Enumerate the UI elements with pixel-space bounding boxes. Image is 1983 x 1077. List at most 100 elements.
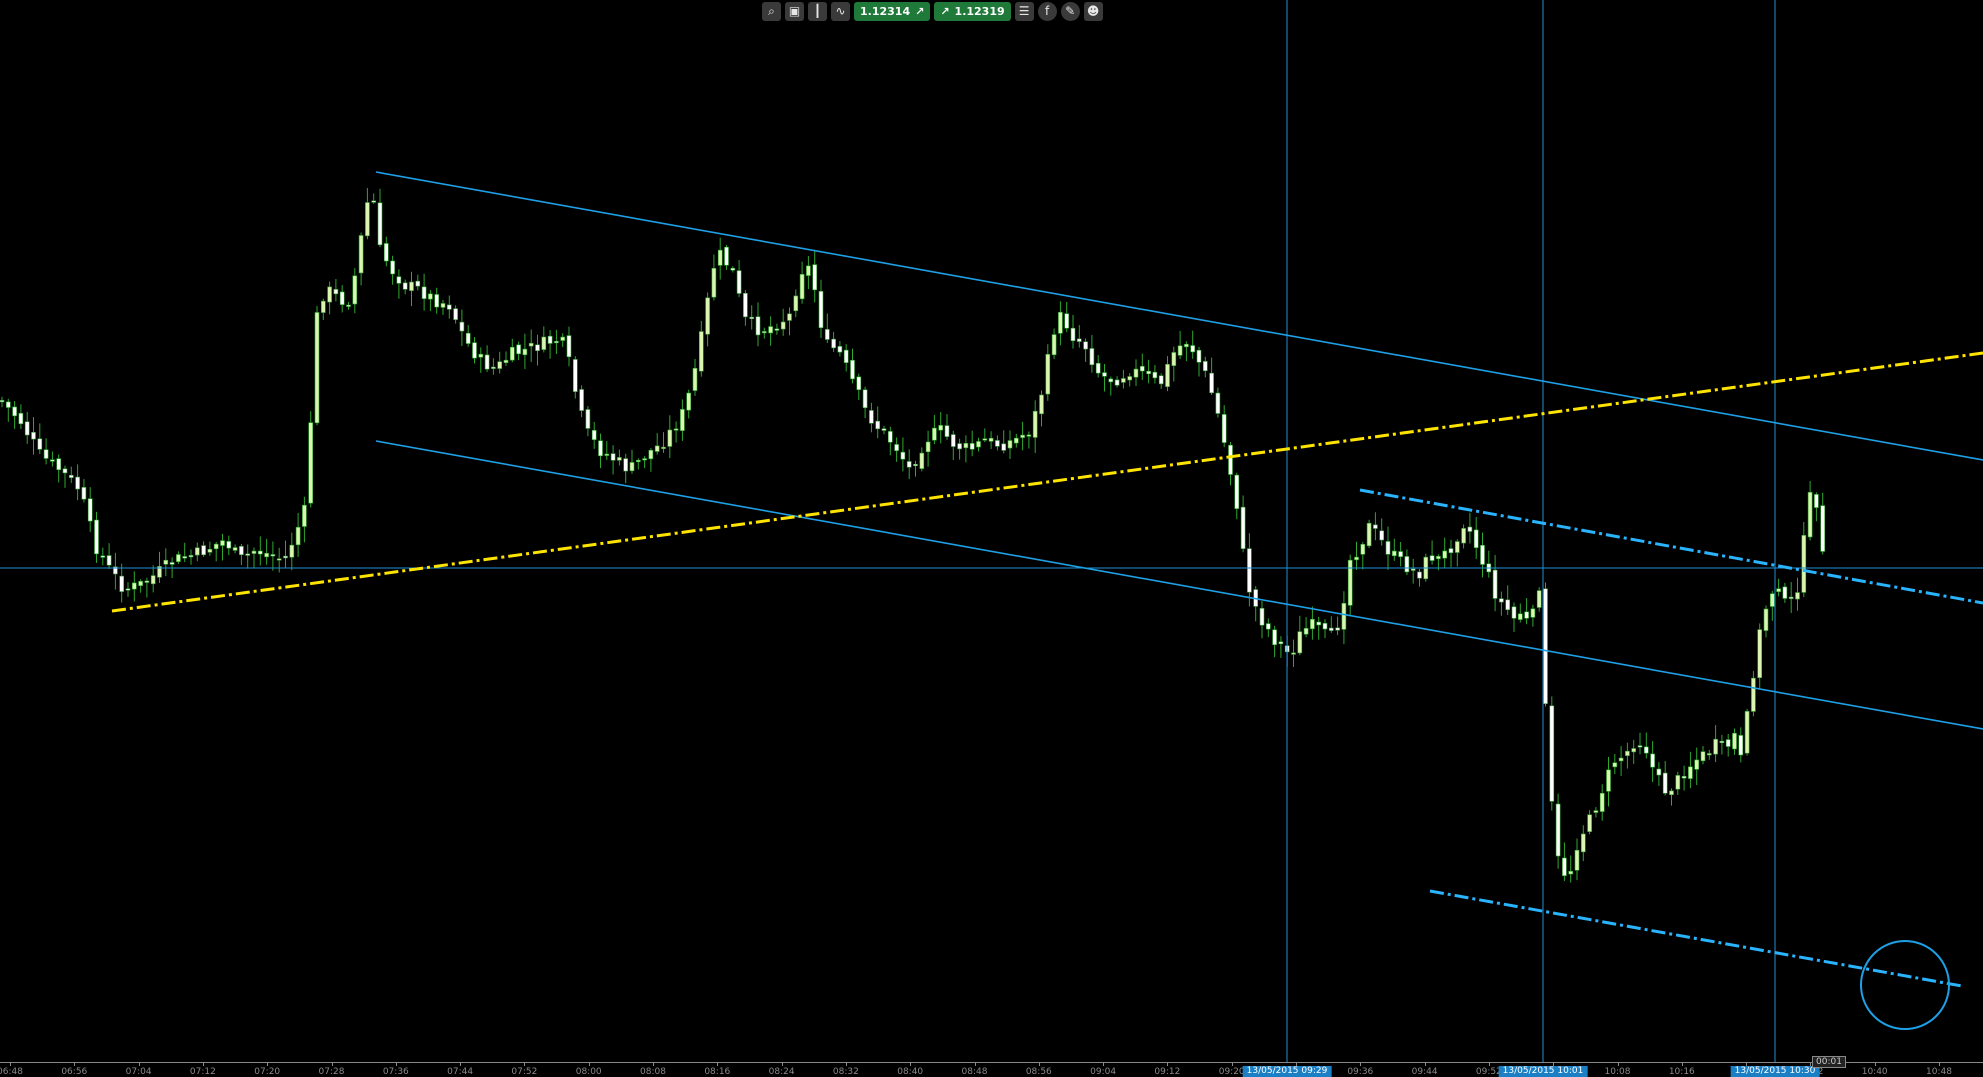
candle-body: [1064, 313, 1069, 329]
candle-body: [1140, 366, 1145, 372]
candle-body: [1259, 608, 1265, 626]
candle-body: [1184, 343, 1189, 348]
candle-body: [535, 344, 540, 352]
time-axis: 06:4806:5607:0407:1207:2007:2807:3607:44…: [0, 1062, 1983, 1077]
candle-body: [1612, 762, 1618, 768]
candle-body: [1518, 613, 1523, 620]
candle-body: [220, 540, 225, 546]
candle-body: [1373, 524, 1378, 529]
candle-body: [465, 332, 471, 344]
candle-body: [843, 349, 849, 363]
candle-body: [50, 459, 55, 462]
candle-body: [875, 420, 881, 430]
candle-body: [749, 316, 755, 319]
candle-body: [1543, 588, 1548, 704]
candle-body: [1744, 711, 1750, 754]
candle-body: [1335, 627, 1340, 631]
axis-tick-mark: [845, 1063, 847, 1066]
axis-tick-mark: [1424, 1063, 1426, 1066]
candle-body: [963, 443, 969, 449]
candle-body: [1001, 443, 1007, 451]
candle-body: [1114, 379, 1120, 386]
candle-body: [1404, 556, 1410, 573]
axis-tick-mark: [717, 1063, 719, 1066]
candle-body: [1562, 857, 1567, 876]
candle-body: [1247, 548, 1252, 593]
candle-body: [1020, 434, 1025, 438]
candle-body: [1228, 444, 1233, 475]
candle-body: [541, 336, 547, 350]
candle-body: [1480, 545, 1485, 565]
candle-body: [421, 286, 427, 299]
candle-body: [213, 543, 219, 550]
candle-body: [1707, 753, 1712, 756]
candle-body: [1196, 349, 1202, 363]
candle-body: [944, 425, 950, 437]
candle-body: [509, 346, 515, 361]
candle-body: [724, 246, 729, 266]
candle-body: [1455, 541, 1460, 553]
candle-body: [1045, 354, 1051, 395]
candle-body: [1366, 522, 1372, 547]
candle-body: [768, 326, 773, 334]
candle-body: [1801, 535, 1807, 593]
axis-tick-mark: [1617, 1063, 1619, 1066]
candle-body: [1203, 361, 1208, 372]
candle-body: [1158, 375, 1164, 385]
candle-body: [1763, 608, 1769, 631]
candle-body: [1121, 378, 1126, 383]
axis-tick-mark: [1874, 1063, 1876, 1066]
candle-body: [428, 293, 433, 300]
candle-body: [585, 409, 591, 429]
candle-body: [793, 295, 799, 312]
candle-body: [661, 446, 666, 449]
axis-tick-mark: [1939, 1063, 1940, 1066]
candle-body: [673, 428, 679, 431]
candle-body: [913, 463, 918, 467]
candle-body: [396, 276, 402, 284]
axis-tick-mark: [1231, 1063, 1233, 1066]
candle-body: [1530, 608, 1536, 618]
candle-body: [648, 449, 654, 460]
candle-body: [566, 335, 572, 358]
axis-tick-mark: [138, 1063, 140, 1066]
candle-body: [1127, 376, 1132, 381]
axis-tick-mark: [1360, 1063, 1362, 1066]
candle-body: [736, 270, 742, 294]
axis-tick-mark: [588, 1063, 590, 1066]
candle-body: [1272, 629, 1277, 646]
candle-body: [950, 434, 956, 447]
candle-body: [925, 441, 931, 453]
candle-body: [402, 282, 408, 290]
candle-body: [1568, 870, 1573, 875]
candle-body: [1013, 437, 1019, 444]
candle-body: [106, 555, 112, 566]
candle-body: [787, 313, 792, 321]
candle-body: [982, 438, 988, 441]
candle-body: [346, 304, 351, 307]
candle-body: [572, 359, 578, 392]
candle-body: [314, 312, 320, 424]
candle-body: [1650, 753, 1655, 768]
candle-body: [1656, 768, 1662, 776]
candle-body: [1032, 410, 1038, 438]
price-chart[interactable]: [0, 0, 1983, 1062]
axis-tick-mark: [1167, 1063, 1169, 1066]
candle-body: [1644, 746, 1649, 754]
candle-body: [69, 474, 74, 478]
candle-body: [654, 445, 660, 452]
candle-body: [730, 267, 736, 271]
candle-body: [232, 547, 238, 551]
candle-body: [1133, 368, 1139, 378]
candle-body: [1240, 506, 1246, 549]
candle-body: [774, 328, 780, 331]
candle-body: [1751, 677, 1756, 712]
candle-body: [289, 544, 295, 558]
candle-body: [125, 588, 131, 591]
candle-body: [188, 555, 194, 558]
channel2-lower-line: [1429, 889, 1963, 988]
candle-body: [680, 409, 685, 431]
candle-body: [1719, 740, 1725, 744]
candle-body: [1165, 364, 1170, 387]
axis-tick-mark: [267, 1063, 269, 1066]
